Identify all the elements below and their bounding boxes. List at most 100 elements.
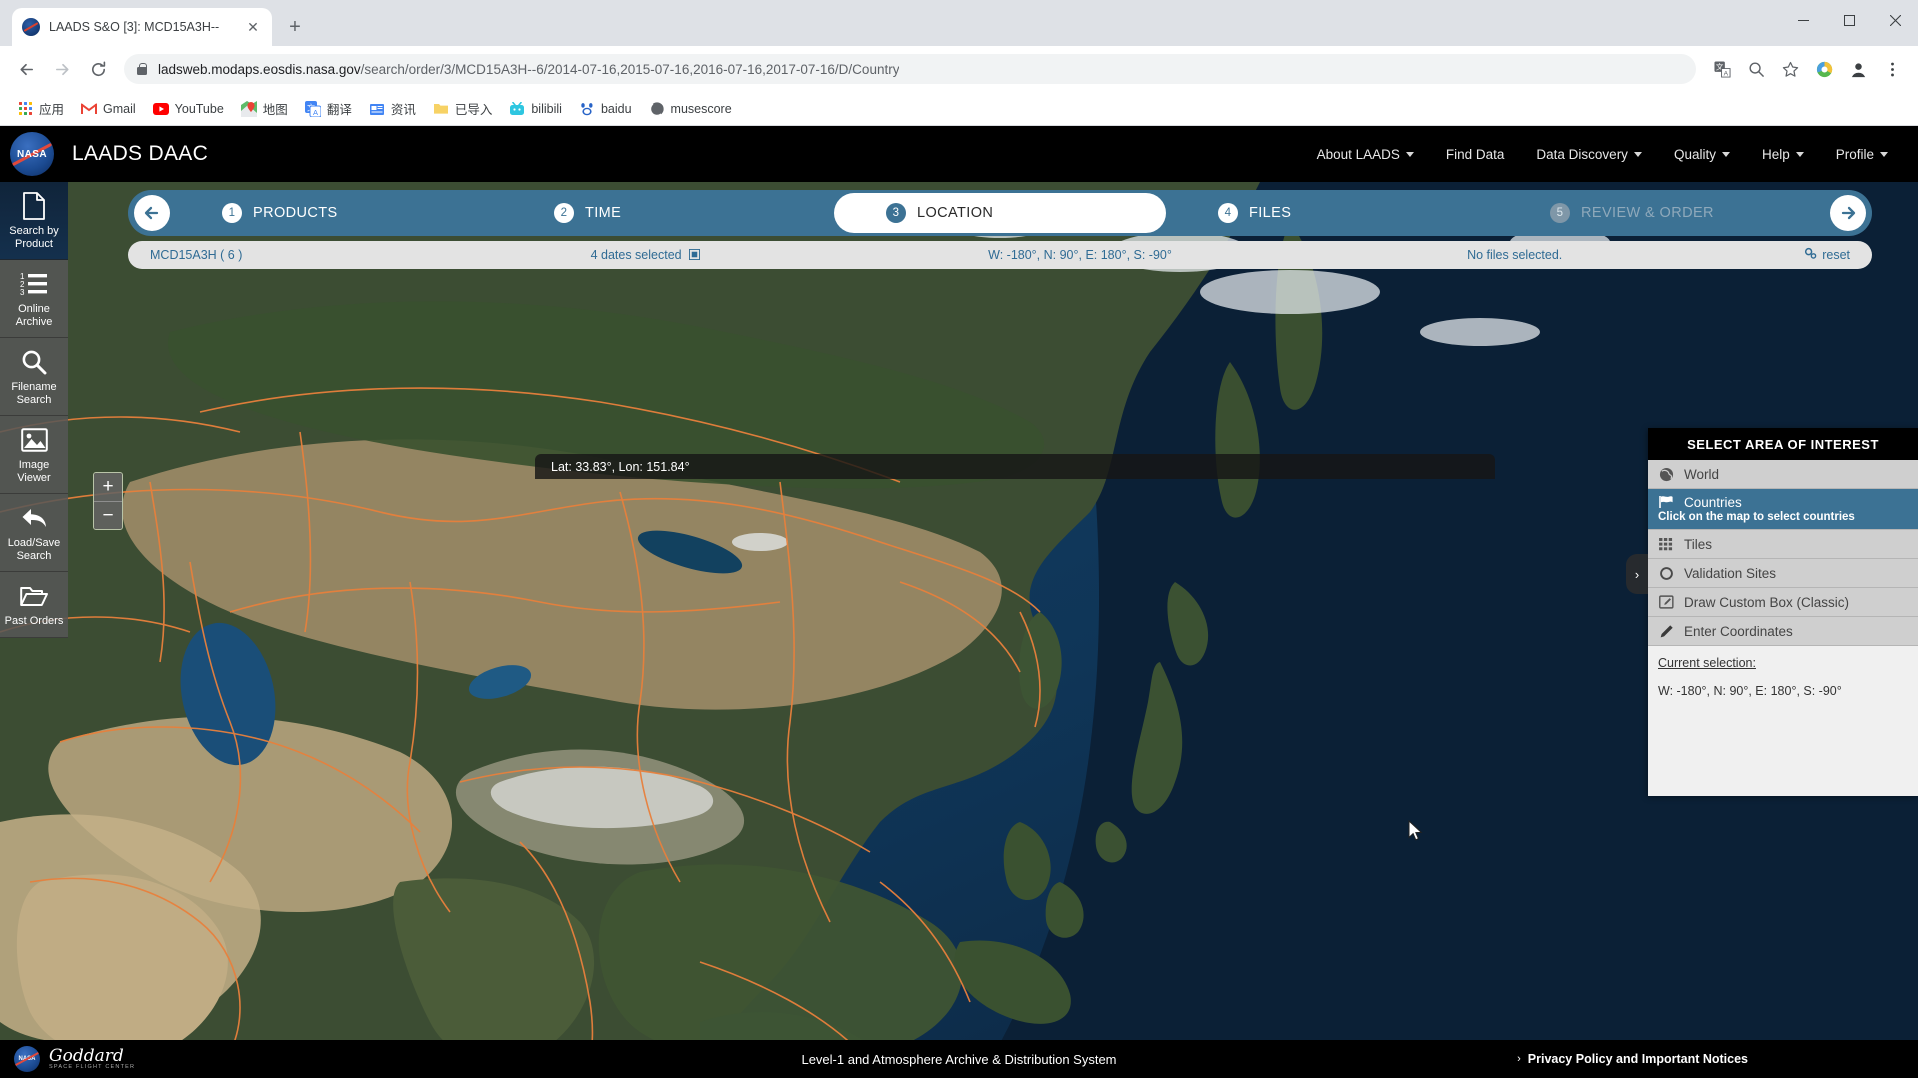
- map-canvas[interactable]: Lat: 33.83°, Lon: 151.84° + − › SELECT A…: [0, 182, 1918, 1040]
- wizard-step-location[interactable]: 3 LOCATION: [834, 193, 1166, 233]
- aoi-option-validation-sites[interactable]: Validation Sites: [1648, 559, 1918, 588]
- step-label: PRODUCTS: [253, 205, 338, 221]
- address-bar[interactable]: ladsweb.modaps.eosdis.nasa.gov/search/or…: [124, 54, 1696, 84]
- google-maps-icon: [240, 100, 257, 117]
- bookmark-translate[interactable]: 文A 翻译: [298, 95, 359, 122]
- nasa-meatball-icon: NASA: [14, 1046, 40, 1072]
- bookmark-star-icon[interactable]: [1774, 53, 1806, 85]
- chevron-down-icon: [1721, 151, 1730, 157]
- bookmark-label: Gmail: [103, 101, 136, 116]
- minimize-icon[interactable]: [1780, 0, 1826, 40]
- sidebar-item-image-viewer[interactable]: Image Viewer: [0, 416, 68, 494]
- bookmark-label: 已导入: [454, 103, 493, 117]
- reset-button[interactable]: reset: [1732, 247, 1872, 263]
- bookmarks-bar: 应用 Gmail YouTube 地图 文A 翻译: [0, 92, 1918, 126]
- aoi-option-label: Countries: [1684, 494, 1742, 510]
- summary-files[interactable]: No files selected.: [1297, 248, 1732, 262]
- close-icon[interactable]: ✕: [244, 18, 262, 36]
- gmail-icon: [81, 101, 98, 117]
- folder-icon: [433, 101, 449, 117]
- nav-label: Quality: [1673, 146, 1716, 162]
- aoi-option-draw-custom-box[interactable]: Draw Custom Box (Classic): [1648, 588, 1918, 617]
- tab-title: LAADS S&O [3]: MCD15A3H--: [49, 20, 220, 34]
- search-zoom-icon[interactable]: [1740, 53, 1772, 85]
- zoom-in-button[interactable]: +: [94, 473, 122, 501]
- back-icon[interactable]: [10, 53, 42, 85]
- reload-icon[interactable]: [82, 53, 114, 85]
- svg-text:A: A: [1723, 70, 1728, 77]
- step-label: LOCATION: [917, 205, 994, 221]
- summary-dates-label: 4 dates selected: [590, 247, 682, 262]
- nav-help[interactable]: Help: [1746, 139, 1820, 170]
- goddard-signature: Goddard: [49, 1046, 124, 1066]
- nav-label: Profile: [1835, 146, 1874, 162]
- panel-toggle-button[interactable]: ›: [1626, 554, 1648, 594]
- wizard-step-time[interactable]: 2 TIME: [502, 193, 834, 233]
- sidebar-item-filename-search[interactable]: Filename Search: [0, 338, 68, 416]
- nav-profile[interactable]: Profile: [1820, 139, 1904, 170]
- apps-grid-icon: [17, 101, 33, 117]
- site-header: NASA LAADS DAAC About LAADS Find Data Da…: [0, 126, 1918, 182]
- maximize-icon[interactable]: [1826, 0, 1872, 40]
- svg-text:A: A: [313, 108, 318, 117]
- browser-tab[interactable]: LAADS S&O [3]: MCD15A3H-- ✕: [12, 8, 272, 46]
- numbered-list-icon: 123: [19, 270, 49, 298]
- google-translate-icon: 文A: [304, 100, 321, 117]
- sidebar-item-past-orders[interactable]: Past Orders: [0, 572, 68, 638]
- summary-dates[interactable]: 4 dates selected: [428, 248, 863, 263]
- nav-about-laads[interactable]: About LAADS: [1301, 139, 1430, 170]
- aoi-option-tiles[interactable]: Tiles: [1648, 530, 1918, 559]
- bookmark-news[interactable]: 资讯: [362, 95, 423, 122]
- chevron-down-icon: [1633, 151, 1642, 157]
- page-content: NASA LAADS DAAC About LAADS Find Data Da…: [0, 126, 1918, 1078]
- zoom-out-button[interactable]: −: [94, 501, 122, 529]
- browser-window: LAADS S&O [3]: MCD15A3H-- ✕ + ladsweb.mo…: [0, 0, 1918, 1078]
- translate-icon[interactable]: 文A: [1706, 53, 1738, 85]
- step-label: REVIEW & ORDER: [1581, 205, 1714, 221]
- step-wizard: 1 PRODUCTS 2 TIME 3 LOCATION 4 FILES 5 R…: [128, 190, 1872, 236]
- bookmark-bilibili[interactable]: bilibili: [502, 97, 569, 121]
- aoi-option-label: Enter Coordinates: [1684, 623, 1793, 639]
- wizard-step-files[interactable]: 4 FILES: [1166, 193, 1498, 233]
- bookmark-youtube[interactable]: YouTube: [146, 97, 231, 121]
- calendar-expand-icon[interactable]: [689, 248, 701, 263]
- three-dot-menu-icon[interactable]: [1876, 53, 1908, 85]
- bookmark-baidu[interactable]: baidu: [572, 97, 639, 121]
- privacy-policy-link[interactable]: Privacy Policy and Important Notices: [1528, 1052, 1748, 1066]
- step-number: 2: [554, 203, 574, 223]
- bookmark-label: 应用: [39, 103, 65, 117]
- aoi-current-selection: Current selection: W: -180°, N: 90°, E: …: [1648, 646, 1918, 796]
- bookmark-label: musescore: [670, 101, 732, 116]
- bookmark-gmail[interactable]: Gmail: [74, 97, 143, 121]
- circle-icon: [1658, 565, 1674, 581]
- folder-open-icon: [19, 582, 49, 610]
- bookmark-label: baidu: [600, 101, 632, 116]
- nasa-meatball-icon[interactable]: NASA: [10, 132, 54, 176]
- bookmark-apps[interactable]: 应用: [10, 95, 71, 122]
- sidebar-item-load-save-search[interactable]: Load/Save Search: [0, 494, 68, 572]
- profile-avatar-icon[interactable]: [1842, 53, 1874, 85]
- sidebar-item-search-by-product[interactable]: Search by Product: [0, 182, 68, 260]
- document-icon: [19, 192, 49, 220]
- wizard-back-button[interactable]: [134, 195, 170, 231]
- step-number: 1: [222, 203, 242, 223]
- musescore-icon: [648, 100, 665, 117]
- sidebar-item-online-archive[interactable]: 123 Online Archive: [0, 260, 68, 338]
- idm-extension-icon[interactable]: [1808, 53, 1840, 85]
- nav-data-discovery[interactable]: Data Discovery: [1520, 139, 1658, 170]
- window-close-icon[interactable]: [1872, 0, 1918, 40]
- nav-quality[interactable]: Quality: [1658, 139, 1746, 170]
- new-tab-button[interactable]: +: [280, 12, 310, 42]
- wizard-forward-button[interactable]: [1830, 195, 1866, 231]
- aoi-option-countries[interactable]: Countries Click on the map to select cou…: [1648, 489, 1918, 530]
- bookmark-musescore[interactable]: musescore: [642, 97, 739, 121]
- summary-product[interactable]: MCD15A3H ( 6 ): [128, 248, 428, 262]
- summary-location[interactable]: W: -180°, N: 90°, E: 180°, S: -90°: [863, 248, 1298, 262]
- aoi-option-enter-coordinates[interactable]: Enter Coordinates: [1648, 617, 1918, 646]
- bookmark-maps[interactable]: 地图: [234, 95, 295, 122]
- wizard-step-products[interactable]: 1 PRODUCTS: [170, 193, 502, 233]
- bookmark-imported[interactable]: 已导入: [426, 95, 500, 122]
- goddard-subtitle: SPACE FLIGHT CENTER: [49, 1064, 136, 1070]
- nav-find-data[interactable]: Find Data: [1430, 139, 1521, 170]
- aoi-option-world[interactable]: World: [1648, 460, 1918, 489]
